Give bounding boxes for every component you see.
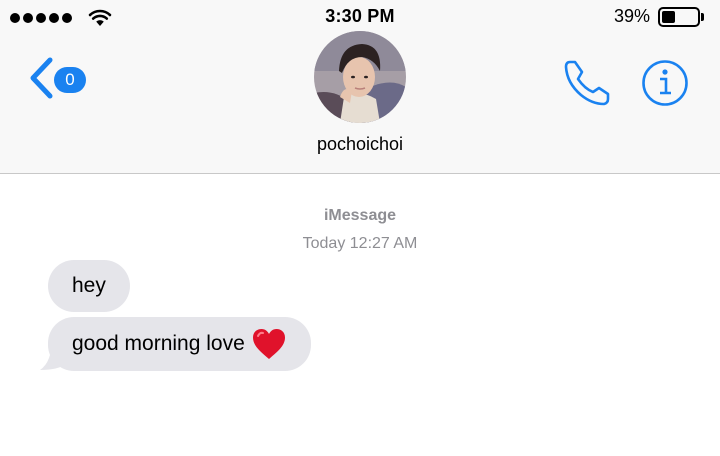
phone-icon	[564, 60, 610, 106]
back-button[interactable]: 0	[28, 54, 92, 104]
conversation-header: 3:30 PM 39% 0 pochoichoi	[0, 0, 720, 174]
contact-name[interactable]: pochoichoi	[0, 134, 720, 155]
battery-percentage: 39%	[614, 6, 651, 26]
info-icon	[642, 60, 688, 106]
call-button[interactable]	[560, 58, 612, 113]
unread-count-badge: 0	[54, 67, 86, 93]
info-button[interactable]	[640, 58, 690, 113]
status-bar: 3:30 PM 39%	[0, 0, 720, 34]
service-label: iMessage	[323, 207, 397, 224]
status-time: 3:30 PM	[325, 6, 395, 26]
message-bubble[interactable]: hey	[48, 260, 130, 312]
message-text: good morning love	[72, 332, 245, 355]
message-bubble[interactable]: good morning love	[48, 317, 311, 371]
message-text: hey	[72, 274, 106, 297]
message-timestamp: Today 12:27 AM	[302, 235, 418, 252]
avatar-photo	[314, 31, 406, 123]
contact-avatar[interactable]	[314, 31, 406, 123]
battery-tip	[701, 13, 704, 21]
battery-icon	[658, 7, 700, 27]
red-heart-emoji-icon	[252, 329, 285, 359]
